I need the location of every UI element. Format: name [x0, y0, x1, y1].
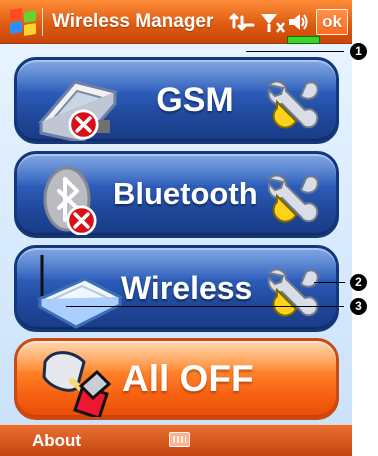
windows-logo-green-quadrant [24, 10, 36, 23]
gsm-label: GSM [156, 81, 234, 119]
windows-logo-yellow-quadrant [24, 23, 36, 36]
keyboard-icon[interactable] [169, 432, 190, 447]
start-menu-icon[interactable] [10, 8, 37, 36]
phone-device-icon [38, 80, 118, 141]
error-x-icon [68, 109, 99, 140]
title-bar: Wireless Manager ok [0, 0, 352, 44]
gsm-toggle-button[interactable]: GSM [14, 57, 339, 144]
callout-line-three [66, 306, 344, 307]
bottom-menu-bar: About [0, 424, 352, 456]
battery-level [287, 36, 320, 44]
error-x-icon [66, 205, 97, 235]
wireless-settings-wrench-icon[interactable] [263, 266, 321, 318]
title-separator [42, 8, 43, 36]
all-off-button[interactable]: All OFF [14, 338, 339, 420]
about-menu-button[interactable]: About [32, 431, 81, 451]
gsm-settings-wrench-icon[interactable] [263, 78, 321, 130]
app-title: Wireless Manager [52, 11, 214, 32]
bluetooth-label: Bluetooth [113, 176, 258, 211]
connectivity-icon[interactable] [227, 10, 255, 34]
bluetooth-toggle-button[interactable]: Bluetooth [14, 151, 339, 238]
callout-marker-one: 1 [350, 43, 367, 60]
speaker-icon[interactable] [286, 10, 308, 34]
bluetooth-settings-wrench-icon[interactable] [263, 172, 321, 224]
power-off-icon [42, 351, 112, 417]
ok-button[interactable]: ok [316, 9, 348, 35]
wireless-toggle-button[interactable]: Wireless [14, 245, 339, 332]
wireless-label: Wireless [121, 270, 253, 306]
windows-logo-red-quadrant [10, 8, 22, 21]
wireless-manager-screen: Wireless Manager ok GSM Bluetooth Wirele… [0, 0, 352, 456]
all-off-label: All OFF [122, 358, 254, 399]
callout-line-two [314, 282, 345, 283]
callout-marker-two: 2 [350, 274, 367, 291]
wireless-router-icon [36, 255, 124, 329]
windows-logo-blue-quadrant [10, 21, 22, 34]
bluetooth-device-icon [43, 166, 91, 232]
callout-line-one [246, 51, 344, 52]
signal-icon[interactable] [258, 10, 286, 34]
callout-marker-three: 3 [350, 298, 367, 315]
